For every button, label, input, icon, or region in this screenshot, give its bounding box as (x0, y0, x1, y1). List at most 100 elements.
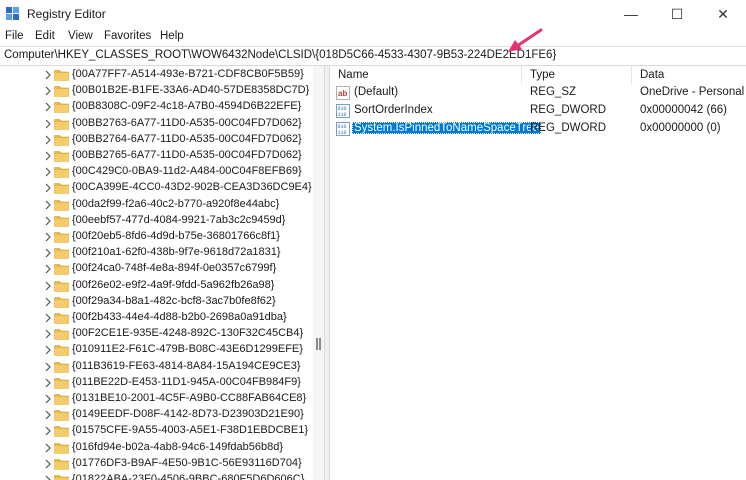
chevron-right-icon[interactable] (44, 394, 52, 404)
column-header-name-label: Name (338, 69, 369, 81)
svg-text:110: 110 (338, 112, 347, 118)
key-tree[interactable]: {00A77FF7-A514-493e-B721-CDF8CB0F5B59} {0… (0, 66, 313, 480)
chevron-right-icon[interactable] (44, 151, 52, 161)
folder-icon (54, 232, 69, 243)
values-list[interactable]: Name Type Data ab (Default) REG_SZ OneDrive… (330, 66, 746, 480)
tree-item-label: {00da2f99-f2a6-40c2-b770-a920f8e44abc} (72, 197, 280, 210)
chevron-right-icon[interactable] (44, 410, 52, 420)
chevron-right-icon[interactable] (44, 426, 52, 436)
column-header-type[interactable]: Type (522, 66, 632, 84)
svg-text:110: 110 (338, 130, 347, 136)
chevron-right-icon[interactable] (44, 345, 52, 355)
tree-item-label: {00BB2765-6A77-11D0-A535-00C04FD7D062} (72, 149, 302, 161)
value-name[interactable]: SortOrderIndex (352, 104, 435, 116)
scrollbar-grip[interactable] (319, 338, 321, 350)
tree-item-label: {01776DF3-B9AF-4E50-9B1C-56E93116D704} (72, 456, 302, 469)
menu-file[interactable]: File (5, 30, 24, 42)
value-row[interactable]: 010 110 System.IsPinnedToNameSpaceTree REG_… (330, 120, 746, 138)
value-type: REG_DWORD (530, 122, 607, 134)
folder-icon (54, 426, 69, 438)
tree-item-label: {00BB2763-6A77-11D0-A535-00C04FD7D062} (72, 116, 302, 129)
folder-icon (54, 442, 69, 454)
chevron-right-icon[interactable] (44, 86, 52, 96)
value-row[interactable]: ab (Default) REG_SZ OneDrive - Personal (330, 84, 746, 102)
chevron-right-icon[interactable] (44, 443, 52, 453)
folder-icon (54, 264, 69, 276)
chevron-right-icon[interactable] (44, 232, 52, 242)
folder-icon (54, 183, 69, 195)
tree-item-label: {00f26e02-e9f2-4a9f-9fdd-5a962fb26a98} (72, 278, 275, 291)
tree-item-label: {00eebf57-477d-4084-9921-7ab3c2c9459d} (72, 213, 286, 226)
tree-item-label: {0149EEDF-D08F-4142-8D73-D23903D21E90} (72, 408, 304, 421)
value-name[interactable]: System.IsPinnedToNameSpaceTree (352, 122, 541, 134)
chevron-right-icon[interactable] (44, 475, 52, 480)
tree-item-label: {01822ABA-23F0-4506-9BBC-680F5D6D606C} (72, 473, 305, 480)
column-header-data[interactable]: Data (632, 66, 746, 84)
chevron-right-icon[interactable] (44, 216, 52, 226)
folder-icon (54, 361, 69, 373)
close-button[interactable]: ✕ (700, 0, 746, 28)
folder-icon (54, 475, 69, 480)
folder-icon (54, 86, 69, 97)
chevron-right-icon[interactable] (44, 119, 52, 129)
tree-item-label: {011BE22D-E453-11D1-945A-00C04FB984F9} (72, 375, 301, 388)
tree-item[interactable]: {01822ABA-23F0-4506-9BBC-680F5D6D606C} (0, 471, 313, 480)
registry-editor-icon (6, 7, 19, 20)
chevron-right-icon[interactable] (44, 313, 52, 323)
column-header-name[interactable]: Name (330, 66, 522, 84)
value-name[interactable]: (Default) (352, 86, 400, 98)
tree-item-label: {00f29a34-b8a1-482c-bcf8-3ac7b0fe8f62} (72, 294, 276, 307)
chevron-right-icon[interactable] (44, 135, 52, 145)
chevron-right-icon[interactable] (44, 102, 52, 112)
maximize-button[interactable]: ☐ (654, 0, 700, 28)
chevron-right-icon[interactable] (44, 329, 52, 339)
folder-icon (54, 70, 69, 81)
chevron-right-icon[interactable] (44, 183, 52, 193)
column-header-data-label: Data (640, 69, 665, 81)
tree-item-label: {01575CFE-9A55-4003-A5E1-F38D1EBDCBE1} (72, 424, 309, 437)
folder-icon (54, 345, 69, 357)
tree-item-label: {0131BE10-2001-4C5F-A9B0-CC88FAB64CE8} (72, 392, 307, 404)
menu-view[interactable]: View (68, 30, 93, 42)
scrollbar-grip[interactable] (316, 338, 318, 350)
chevron-right-icon[interactable] (44, 281, 52, 291)
tree-scrollbar[interactable] (313, 66, 324, 480)
address-bar[interactable]: Computer\HKEY_CLASSES_ROOT\WOW6432Node\C… (0, 46, 746, 66)
value-type: REG_SZ (530, 86, 577, 98)
chevron-right-icon[interactable] (44, 264, 52, 274)
folder-icon (54, 458, 69, 470)
menu-help[interactable]: Help (160, 30, 184, 42)
chevron-right-icon[interactable] (44, 167, 52, 177)
dword-value-icon: 010110 (336, 122, 350, 136)
chevron-right-icon[interactable] (44, 297, 52, 307)
value-row[interactable]: 010 110 SortOrderIndex REG_DWORD 0x00000042 … (330, 102, 746, 120)
menu-bar: File Edit View Favorites Help (0, 28, 746, 46)
tree-item-label: {00BB2764-6A77-11D0-A535-00C04FD7D062} (72, 132, 302, 145)
folder-icon (54, 377, 69, 389)
maximize-icon: ☐ (670, 5, 684, 22)
folder-icon (54, 199, 69, 211)
chevron-right-icon[interactable] (44, 459, 52, 469)
string-value-icon: ab (336, 86, 350, 100)
chevron-right-icon[interactable] (44, 248, 52, 258)
folder-icon (54, 134, 69, 146)
menu-favorites[interactable]: Favorites (104, 30, 151, 42)
tree-item-label: {00B8308C-09F2-4c18-A7B0-4594D6B22EFE} (72, 100, 302, 113)
minimize-icon: — (624, 6, 638, 22)
tree-item-label: {016fd94e-b02a-4ab8-94c6-149fdab56b8d} (72, 440, 284, 453)
tree-item-label: {00f24ca0-748f-4e8a-894f-0e0357c6799f} (72, 262, 277, 275)
folder-icon (54, 102, 69, 114)
chevron-right-icon[interactable] (44, 362, 52, 372)
value-data: 0x00000042 (66) (640, 104, 727, 116)
address-path[interactable]: Computer\HKEY_CLASSES_ROOT\WOW6432Node\C… (4, 49, 556, 61)
minimize-button[interactable]: — (608, 0, 654, 28)
svg-text:ab: ab (338, 89, 347, 98)
tree-item-label: {010911E2-F61C-479B-B08C-43E6D1299EFE} (72, 343, 303, 356)
folder-icon (54, 248, 69, 259)
chevron-right-icon[interactable] (44, 70, 52, 80)
chevron-right-icon[interactable] (44, 378, 52, 388)
folder-icon (54, 313, 69, 324)
chevron-right-icon[interactable] (44, 200, 52, 210)
value-data: OneDrive - Personal (640, 86, 745, 98)
menu-edit[interactable]: Edit (35, 30, 55, 42)
